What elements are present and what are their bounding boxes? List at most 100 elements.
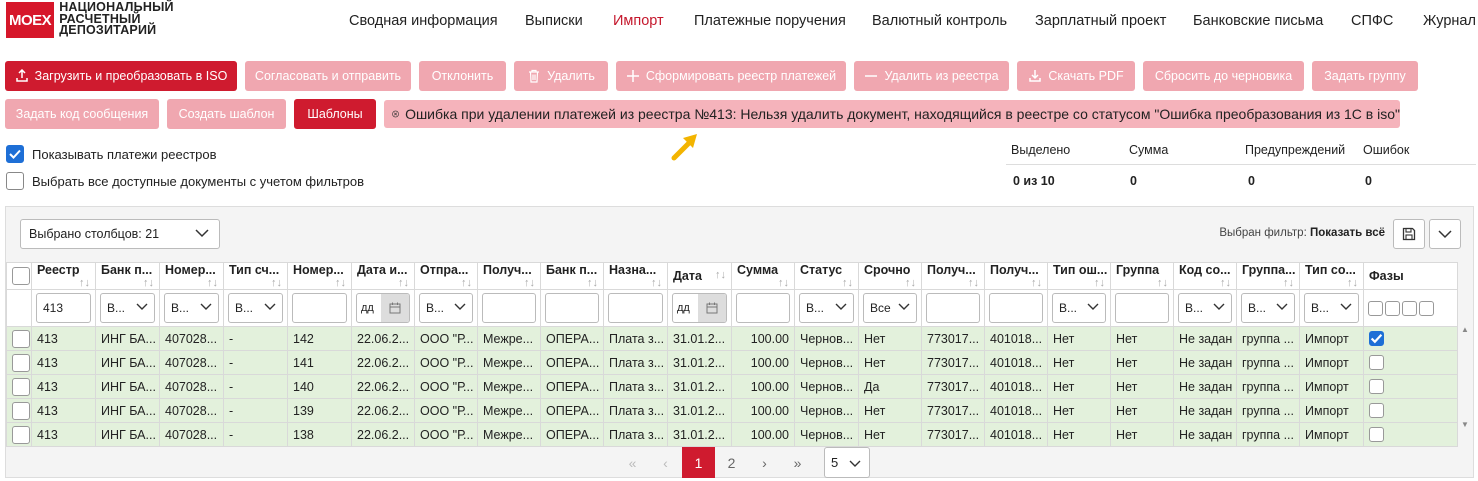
sort-icon[interactable]: ↑↓ [651,277,662,289]
page-size-select[interactable]: 5 [824,447,870,478]
sort-icon[interactable]: ↑↓ [461,277,472,289]
page-2-button[interactable]: 2 [715,447,748,478]
col-header[interactable]: Статус ↑↓ [794,262,859,290]
col-header[interactable]: Номер... ↑↓ [159,262,224,290]
sort-icon[interactable]: ↑↓ [968,277,979,289]
filter-select[interactable]: В... [1304,293,1359,323]
col-header[interactable]: Тип со... ↑↓ [1299,262,1364,290]
reject-button[interactable]: Отклонить [419,61,506,91]
phase-checkbox[interactable] [1369,403,1384,419]
sort-icon[interactable]: ↑↓ [207,277,218,289]
nav-item-bank-letters[interactable]: Банковские письма [1193,13,1323,29]
approve-send-button[interactable]: Согласовать и отправить [245,61,411,91]
filter-input[interactable] [736,293,790,323]
select-all-checkbox[interactable] [6,172,24,190]
select-all-option[interactable]: Выбрать все доступные документы с учетом… [6,172,364,190]
select-all-rows-checkbox[interactable] [12,267,30,285]
col-header[interactable]: Отпра... ↑↓ [414,262,478,290]
calendar-icon[interactable] [698,294,726,322]
filter-input[interactable] [608,293,663,323]
save-filter-button[interactable] [1393,219,1425,249]
sort-icon[interactable]: ↑↓ [715,269,726,281]
nav-item-salary-project[interactable]: Зарплатный проект [1035,13,1166,29]
last-page-button[interactable]: » [781,447,814,478]
column-selector[interactable]: Выбрано столбцов: 21 [20,219,220,249]
sort-icon[interactable]: ↑↓ [398,277,409,289]
phase-filter-checkbox[interactable] [1419,300,1434,316]
row-select-cell[interactable] [6,350,32,375]
row-select-checkbox[interactable] [12,401,30,420]
delete-button[interactable]: Удалить [514,61,608,91]
remove-from-registry-button[interactable]: Удалить из реестра [854,61,1009,91]
sort-icon[interactable]: ↑↓ [1220,277,1231,289]
col-header[interactable]: Получ... ↑↓ [477,262,541,290]
col-header[interactable]: Получ... ↑↓ [921,262,985,290]
set-message-code-button[interactable]: Задать код сообщения [5,99,159,129]
phase-checkbox[interactable] [1369,355,1384,371]
filter-input[interactable] [545,293,599,323]
sort-icon[interactable]: ↑↓ [1031,277,1042,289]
table-row[interactable]: 413 ИНГ БА... 407028... -141 22.06.2... ООО "… [6,350,1458,375]
set-group-button[interactable]: Задать группу [1312,61,1418,91]
scroll-down-icon[interactable]: ▼ [1461,420,1471,429]
filter-select[interactable]: В... [1052,293,1106,323]
table-row[interactable]: 413 ИНГ БА... 407028... -140 22.06.2... ООО "… [6,374,1458,399]
filter-menu-button[interactable] [1429,219,1461,249]
sort-icon[interactable]: ↑↓ [271,277,282,289]
filter-input[interactable] [482,293,536,323]
sort-icon[interactable]: ↑↓ [842,277,853,289]
phase-checkbox[interactable] [1369,379,1384,395]
upload-convert-button[interactable]: Загрузить и преобразовать в ISO [5,61,237,91]
sort-icon[interactable]: ↑↓ [778,277,789,289]
reset-draft-button[interactable]: Сбросить до черновика [1143,61,1304,91]
col-header[interactable]: Дата ↑↓ [667,262,732,290]
first-page-button[interactable]: « [616,447,649,478]
phase-filter-checkbox[interactable] [1368,300,1383,316]
col-header[interactable]: Тип сч... ↑↓ [223,262,288,290]
filter-input[interactable] [292,293,347,323]
nav-item-statements[interactable]: Выписки [525,13,583,29]
row-select-checkbox[interactable] [12,353,30,372]
sort-icon[interactable]: ↑↓ [1157,277,1168,289]
filter-select[interactable]: В... [1178,293,1232,323]
calendar-icon[interactable] [381,294,409,322]
row-select-cell[interactable] [6,374,32,399]
next-page-button[interactable]: › [748,447,781,478]
row-select-checkbox[interactable] [12,377,30,396]
col-header[interactable]: Получ... ↑↓ [984,262,1048,290]
col-header[interactable]: Дата и... ↑↓ [351,262,415,290]
create-template-button[interactable]: Создать шаблон [167,99,286,129]
row-select-checkbox[interactable] [12,425,30,444]
filter-select[interactable]: В... [164,293,219,323]
show-registry-payments-checkbox[interactable] [6,145,24,163]
col-header[interactable]: Группа ↑↓ [1110,262,1174,290]
show-registry-payments-option[interactable]: Показывать платежи реестров [6,145,217,163]
col-header[interactable]: Группа... ↑↓ [1236,262,1300,290]
nav-item-summary[interactable]: Сводная информация [349,13,498,29]
page-1-button[interactable]: 1 [682,447,715,478]
prev-page-button[interactable]: ‹ [649,447,682,478]
phase-filter-checkbox[interactable] [1402,300,1417,316]
nav-item-currency-control[interactable]: Валютный контроль [872,13,1007,29]
filter-input[interactable] [1115,293,1169,323]
col-header[interactable]: Срочно ↑↓ [858,262,922,290]
date-filter[interactable]: дд [672,293,727,323]
registry-filter-input[interactable]: 413 [36,293,91,323]
sort-icon[interactable]: ↑↓ [587,277,598,289]
row-select-cell[interactable] [6,326,32,351]
templates-button[interactable]: Шаблоны [294,99,376,129]
col-header[interactable]: Сумма ↑↓ [731,262,795,290]
phase-filter-checkbox[interactable] [1385,300,1400,316]
filter-select[interactable]: В... [1241,293,1295,323]
sort-icon[interactable]: ↑↓ [335,277,346,289]
nav-item-import[interactable]: Импорт [613,13,664,29]
download-pdf-button[interactable]: Скачать PDF [1017,61,1135,91]
col-header[interactable]: Код со... ↑↓ [1173,262,1237,290]
sort-icon[interactable]: ↑↓ [143,277,154,289]
table-row[interactable]: 413 ИНГ БА... 407028... -138 22.06.2... ООО "… [6,422,1458,447]
sort-icon[interactable]: ↑↓ [1347,277,1358,289]
urgent-filter-select[interactable]: Все [863,293,917,323]
table-row[interactable]: 413 ИНГ БА... 407028... -142 22.06.2... ООО "… [6,326,1458,351]
filter-select[interactable]: В... [799,293,854,323]
col-header[interactable]: Назна... ↑↓ [603,262,668,290]
